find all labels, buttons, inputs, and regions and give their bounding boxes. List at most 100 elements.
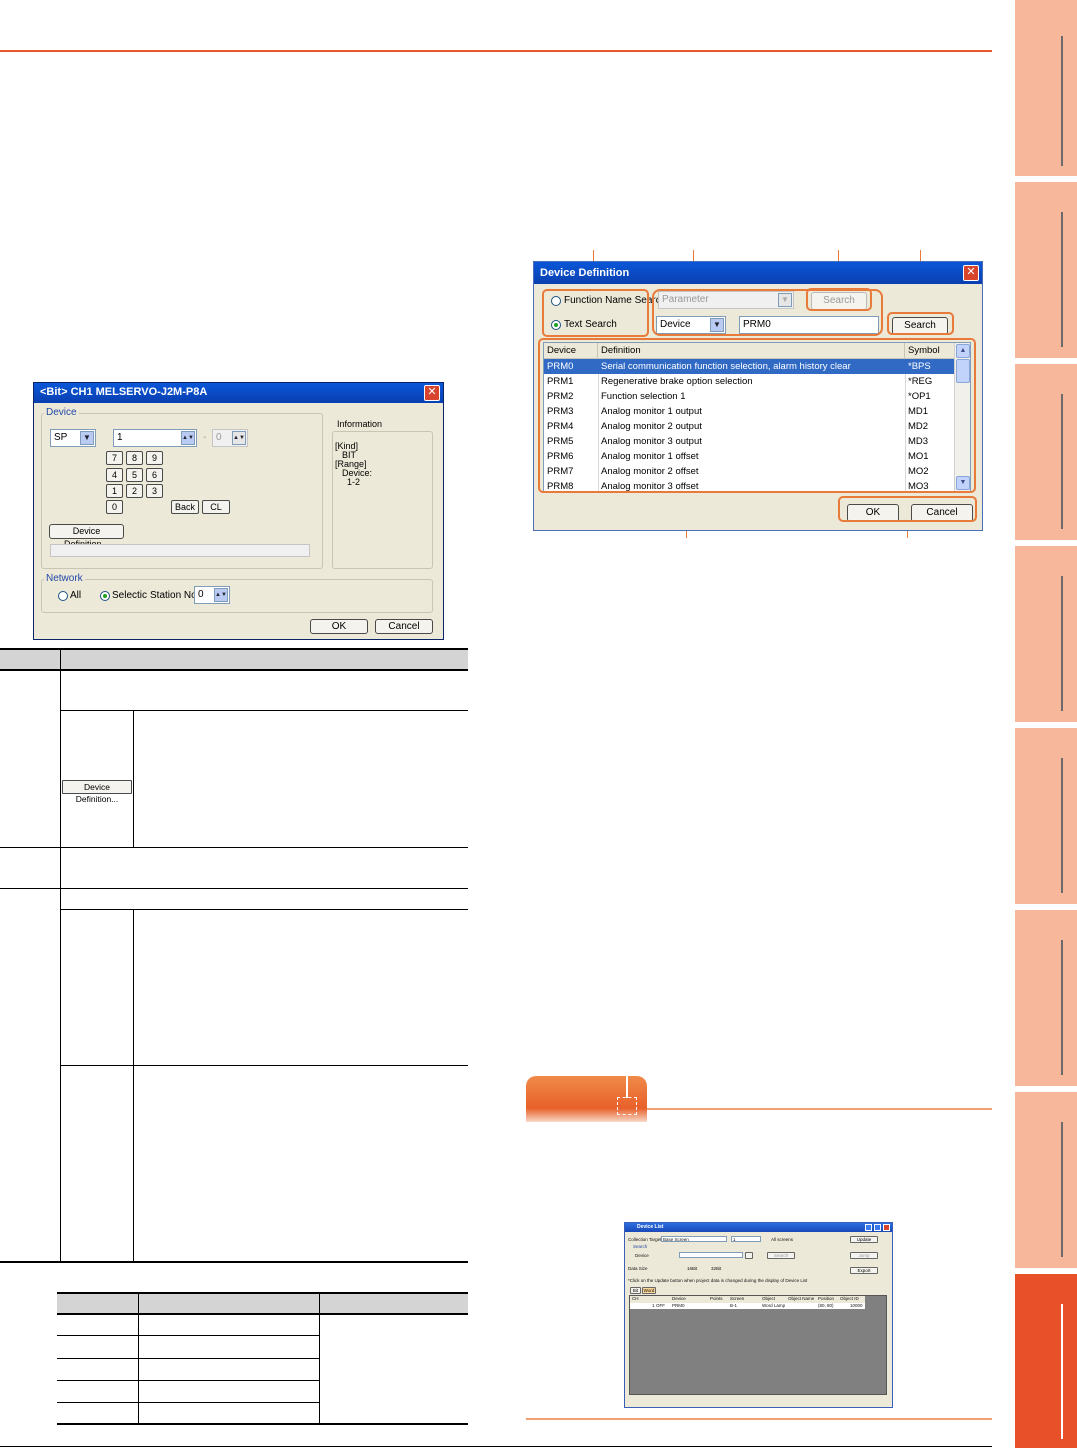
col-points: Points bbox=[710, 1296, 723, 1301]
spin-icon[interactable]: ▲▼ bbox=[214, 588, 228, 602]
table-rule bbox=[60, 710, 468, 711]
bit-device-dialog: <Bit> CH1 MELSERVO-J2M-P8A ✕ Device SP ▼… bbox=[33, 382, 444, 640]
information-label: Information bbox=[337, 419, 383, 429]
chapter-tab-1[interactable] bbox=[1015, 0, 1077, 176]
table-rule bbox=[0, 888, 468, 889]
key-8[interactable]: 8 bbox=[126, 451, 143, 465]
table-col-divider bbox=[133, 710, 134, 847]
tab-word[interactable]: Word bbox=[642, 1287, 656, 1294]
close-icon[interactable]: ✕ bbox=[963, 265, 979, 281]
ok-button[interactable]: OK bbox=[310, 619, 368, 634]
grid-row[interactable]: 1 OFF PRM0 B-1 Word Lamp (80, 80) 10000 bbox=[630, 1303, 865, 1309]
point-icon-stem bbox=[626, 1076, 628, 1098]
col-screen: Screen bbox=[730, 1296, 745, 1301]
device-number-input[interactable]: 1 ▲▼ bbox=[113, 429, 197, 447]
callout-box-search-mode bbox=[542, 289, 649, 337]
tab-bit[interactable]: Bit bbox=[630, 1287, 641, 1294]
spin-icon: ▲▼ bbox=[232, 431, 246, 445]
col-object-id: Object ID bbox=[840, 1296, 859, 1301]
chapter-tab-6[interactable] bbox=[1015, 910, 1077, 1086]
cell-object: Word Lamp bbox=[762, 1303, 786, 1308]
key-7[interactable]: 7 bbox=[106, 451, 123, 465]
header-rule bbox=[0, 50, 992, 52]
device-definition-button[interactable]: Device Definition... bbox=[49, 524, 124, 549]
search-group-label: Search bbox=[633, 1244, 648, 1249]
device-definition-button: Device Definition... bbox=[62, 780, 132, 804]
network-select-label: Selectic bbox=[112, 590, 148, 601]
device-type-select[interactable]: SP ▼ bbox=[50, 429, 96, 447]
table-rule bbox=[57, 1335, 319, 1336]
device-comment-field bbox=[50, 544, 310, 557]
table-rule bbox=[57, 1380, 319, 1381]
callout-box-device-list bbox=[538, 338, 976, 493]
table-rule bbox=[57, 1292, 468, 1294]
update-note: *Click on the Update button when project… bbox=[628, 1278, 808, 1283]
device-list-grid[interactable]: CH Device Points Screen Object Object Na… bbox=[629, 1295, 887, 1395]
search-button: Search bbox=[767, 1252, 795, 1259]
chevron-down-icon: ▼ bbox=[80, 431, 94, 445]
device-label: Device bbox=[635, 1253, 649, 1258]
cancel-button[interactable]: Cancel bbox=[375, 619, 433, 634]
close-icon[interactable]: ✕ bbox=[424, 385, 440, 401]
screen-no-value: 1 bbox=[733, 1237, 736, 1242]
browse-button[interactable] bbox=[745, 1252, 753, 1259]
update-button[interactable]: Update bbox=[850, 1236, 878, 1243]
minimize-icon[interactable] bbox=[865, 1224, 872, 1231]
key-5[interactable]: 5 bbox=[126, 468, 143, 482]
key-3[interactable]: 3 bbox=[146, 484, 163, 498]
collection-target-select[interactable]: Base Screen bbox=[661, 1236, 727, 1242]
table-col-divider bbox=[60, 671, 61, 1261]
col-position: Position bbox=[818, 1296, 835, 1301]
col-object: Object bbox=[762, 1296, 776, 1301]
chapter-tab-8-active[interactable] bbox=[1015, 1274, 1077, 1448]
network-all-label: All bbox=[70, 590, 82, 601]
cell-device: PRM0 bbox=[672, 1303, 685, 1308]
key-4[interactable]: 4 bbox=[106, 468, 123, 482]
key-6[interactable]: 6 bbox=[146, 468, 163, 482]
station-input[interactable]: 0 ▲▼ bbox=[194, 586, 230, 604]
table-rule bbox=[0, 847, 468, 848]
device-list-window: Device List Collection Target Base Scree… bbox=[624, 1222, 893, 1408]
chapter-tab-7[interactable] bbox=[1015, 1092, 1077, 1268]
maximize-icon[interactable] bbox=[874, 1224, 881, 1231]
point-icon bbox=[617, 1097, 637, 1115]
cell-position: (80, 80) bbox=[818, 1303, 834, 1308]
back-button[interactable]: Back bbox=[171, 500, 199, 514]
clear-button[interactable]: CL bbox=[202, 500, 230, 514]
network-select-radio[interactable] bbox=[100, 591, 110, 601]
range-separator: - bbox=[203, 432, 207, 443]
table-rule bbox=[0, 648, 468, 650]
data-size-label: Data Size bbox=[628, 1266, 648, 1271]
device-input[interactable] bbox=[679, 1252, 743, 1258]
chapter-tab-2[interactable] bbox=[1015, 182, 1077, 358]
cell-ch: 1 bbox=[652, 1303, 655, 1308]
size-32-label: 32Bit bbox=[711, 1266, 722, 1271]
network-group-label: Network bbox=[44, 573, 85, 584]
dialog-title: Device Definition bbox=[534, 262, 982, 284]
table-col-divider bbox=[319, 1293, 320, 1423]
point-rule bbox=[647, 1108, 992, 1110]
key-9[interactable]: 9 bbox=[146, 451, 163, 465]
callout-box-function-search bbox=[806, 288, 872, 311]
chapter-tab-4[interactable] bbox=[1015, 546, 1077, 722]
chapter-tab-3[interactable] bbox=[1015, 364, 1077, 540]
table-rule bbox=[0, 1261, 468, 1263]
chapter-tab-5[interactable] bbox=[1015, 728, 1077, 904]
key-1[interactable]: 1 bbox=[106, 484, 123, 498]
key-2[interactable]: 2 bbox=[126, 484, 143, 498]
close-icon[interactable] bbox=[883, 1224, 890, 1231]
key-0[interactable]: 0 bbox=[106, 500, 123, 514]
table-rule bbox=[57, 1402, 319, 1403]
table-rule bbox=[57, 1313, 468, 1315]
network-all-radio[interactable] bbox=[58, 591, 68, 601]
spin-icon[interactable]: ▲▼ bbox=[181, 431, 195, 445]
table-rule bbox=[57, 1358, 319, 1359]
info-range-value: 1-2 bbox=[347, 477, 361, 487]
all-screens-label: All screens bbox=[771, 1237, 794, 1242]
callout-box-text-search bbox=[887, 312, 954, 335]
dialog-title: <Bit> CH1 MELSERVO-J2M-P8A bbox=[34, 383, 443, 403]
table-header bbox=[57, 1293, 468, 1313]
col-device: Device bbox=[672, 1296, 686, 1301]
screen-no-input[interactable]: 1 bbox=[731, 1236, 761, 1242]
export-button[interactable]: Export bbox=[850, 1267, 878, 1274]
